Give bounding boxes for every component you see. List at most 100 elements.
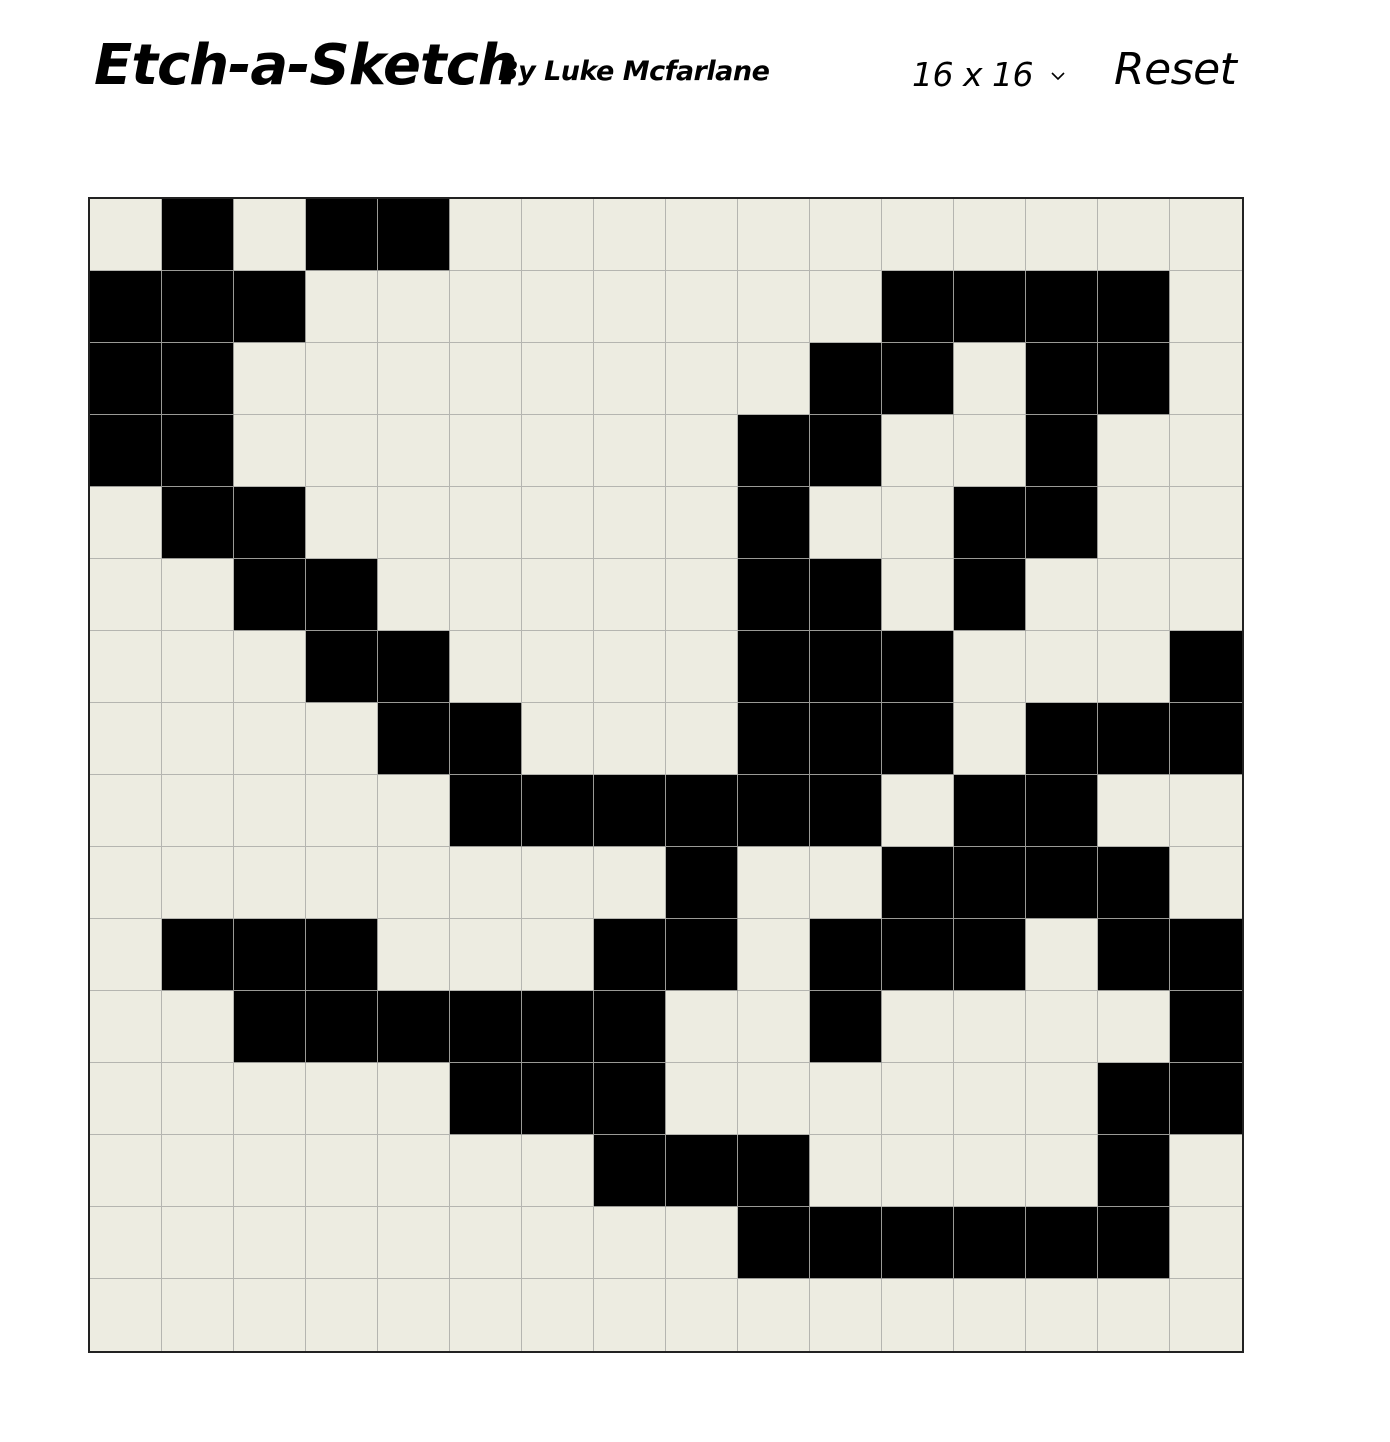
grid-cell[interactable]	[162, 1135, 234, 1207]
grid-cell-filled[interactable]	[666, 919, 738, 991]
grid-cell[interactable]	[666, 271, 738, 343]
grid-cell[interactable]	[162, 631, 234, 703]
grid-cell-filled[interactable]	[954, 775, 1026, 847]
grid-cell[interactable]	[162, 847, 234, 919]
grid-cell-filled[interactable]	[162, 415, 234, 487]
grid-cell[interactable]	[882, 199, 954, 271]
grid-cell[interactable]	[954, 1063, 1026, 1135]
grid-cell[interactable]	[234, 703, 306, 775]
grid-cell-filled[interactable]	[954, 559, 1026, 631]
grid-cell[interactable]	[954, 1135, 1026, 1207]
grid-cell[interactable]	[666, 1279, 738, 1351]
grid-cell-filled[interactable]	[882, 631, 954, 703]
grid-cell[interactable]	[378, 415, 450, 487]
grid-cell[interactable]	[162, 559, 234, 631]
grid-cell[interactable]	[90, 199, 162, 271]
grid-cell[interactable]	[162, 1063, 234, 1135]
grid-cell-filled[interactable]	[594, 991, 666, 1063]
grid-cell-filled[interactable]	[306, 991, 378, 1063]
grid-cell[interactable]	[810, 1063, 882, 1135]
grid-cell[interactable]	[882, 415, 954, 487]
grid-cell[interactable]	[882, 1135, 954, 1207]
grid-cell-filled[interactable]	[738, 703, 810, 775]
grid-cell-filled[interactable]	[954, 847, 1026, 919]
grid-cell-filled[interactable]	[378, 991, 450, 1063]
grid-cell[interactable]	[666, 1063, 738, 1135]
grid-cell-filled[interactable]	[810, 1207, 882, 1279]
grid-cell[interactable]	[234, 343, 306, 415]
grid-cell[interactable]	[594, 1207, 666, 1279]
grid-cell-filled[interactable]	[1098, 1135, 1170, 1207]
grid-cell[interactable]	[1098, 991, 1170, 1063]
grid-cell[interactable]	[234, 775, 306, 847]
grid-cell[interactable]	[90, 703, 162, 775]
grid-cell-filled[interactable]	[162, 487, 234, 559]
grid-cell[interactable]	[378, 487, 450, 559]
grid-cell-filled[interactable]	[954, 1207, 1026, 1279]
grid-cell[interactable]	[162, 1207, 234, 1279]
grid-cell[interactable]	[90, 487, 162, 559]
grid-cell[interactable]	[522, 847, 594, 919]
grid-cell-filled[interactable]	[522, 1063, 594, 1135]
grid-cell[interactable]	[666, 487, 738, 559]
grid-cell[interactable]	[594, 631, 666, 703]
grid-cell[interactable]	[810, 271, 882, 343]
grid-cell[interactable]	[1170, 559, 1242, 631]
grid-cell[interactable]	[450, 1135, 522, 1207]
grid-cell[interactable]	[1026, 1279, 1098, 1351]
grid-cell[interactable]	[234, 199, 306, 271]
grid-cell[interactable]	[1170, 1279, 1242, 1351]
grid-cell-filled[interactable]	[882, 847, 954, 919]
grid-cell-filled[interactable]	[954, 271, 1026, 343]
grid-cell[interactable]	[1098, 199, 1170, 271]
grid-cell-filled[interactable]	[882, 703, 954, 775]
grid-cell-filled[interactable]	[1098, 919, 1170, 991]
grid-cell[interactable]	[954, 1279, 1026, 1351]
grid-cell-filled[interactable]	[1026, 343, 1098, 415]
grid-cell[interactable]	[738, 991, 810, 1063]
grid-cell[interactable]	[810, 1279, 882, 1351]
grid-cell[interactable]	[594, 415, 666, 487]
grid-cell-filled[interactable]	[1026, 1207, 1098, 1279]
grid-cell[interactable]	[810, 847, 882, 919]
grid-cell[interactable]	[522, 1279, 594, 1351]
grid-cell[interactable]	[450, 343, 522, 415]
grid-cell-filled[interactable]	[1170, 1063, 1242, 1135]
grid-cell[interactable]	[306, 415, 378, 487]
grid-cell[interactable]	[306, 703, 378, 775]
grid-cell[interactable]	[234, 1135, 306, 1207]
grid-cell[interactable]	[162, 703, 234, 775]
grid-cell[interactable]	[450, 1279, 522, 1351]
grid-cell[interactable]	[954, 199, 1026, 271]
grid-cell[interactable]	[738, 343, 810, 415]
grid-cell[interactable]	[594, 559, 666, 631]
grid-cell[interactable]	[1098, 415, 1170, 487]
grid-cell[interactable]	[666, 703, 738, 775]
grid-cell[interactable]	[594, 343, 666, 415]
grid-cell-filled[interactable]	[954, 919, 1026, 991]
grid-cell-filled[interactable]	[1098, 271, 1170, 343]
grid-cell[interactable]	[810, 487, 882, 559]
grid-cell-filled[interactable]	[1170, 703, 1242, 775]
grid-cell[interactable]	[90, 919, 162, 991]
grid-cell[interactable]	[450, 199, 522, 271]
grid-cell-filled[interactable]	[1170, 919, 1242, 991]
grid-cell-filled[interactable]	[810, 343, 882, 415]
grid-cell[interactable]	[594, 487, 666, 559]
grid-cell[interactable]	[378, 1063, 450, 1135]
grid-cell-filled[interactable]	[450, 991, 522, 1063]
grid-cell-filled[interactable]	[738, 559, 810, 631]
grid-cell[interactable]	[90, 559, 162, 631]
grid-cell[interactable]	[450, 847, 522, 919]
grid-cell[interactable]	[666, 559, 738, 631]
grid-cell[interactable]	[306, 1207, 378, 1279]
grid-cell-filled[interactable]	[810, 415, 882, 487]
grid-cell-filled[interactable]	[162, 919, 234, 991]
grid-cell-filled[interactable]	[666, 847, 738, 919]
grid-cell[interactable]	[450, 271, 522, 343]
grid-cell-filled[interactable]	[162, 199, 234, 271]
grid-cell-filled[interactable]	[738, 631, 810, 703]
grid-cell-filled[interactable]	[90, 343, 162, 415]
grid-cell[interactable]	[90, 847, 162, 919]
grid-cell-filled[interactable]	[234, 991, 306, 1063]
